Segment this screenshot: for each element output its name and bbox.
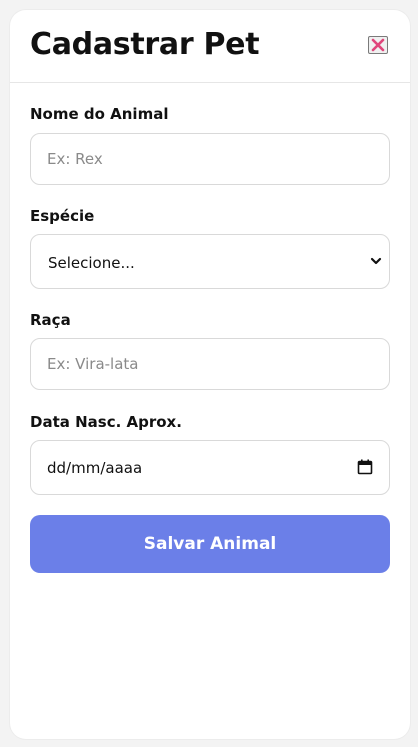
- birthdate-input[interactable]: dd/mm/aaaa: [30, 440, 390, 495]
- name-label: Nome do Animal: [30, 105, 169, 123]
- modal-header: Cadastrar Pet: [10, 10, 410, 83]
- breed-input[interactable]: [30, 338, 390, 390]
- add-pet-modal: Cadastrar Pet Nome do Animal Espécie Sel…: [10, 10, 410, 739]
- close-x-icon: [371, 38, 385, 52]
- name-input[interactable]: [30, 133, 390, 185]
- birthdate-value: dd/mm/aaaa: [47, 459, 143, 477]
- species-selected-value: Selecione...: [48, 254, 135, 272]
- species-select[interactable]: Selecione...: [30, 234, 390, 289]
- close-button[interactable]: [368, 36, 388, 54]
- save-animal-button[interactable]: Salvar Animal: [30, 515, 390, 573]
- calendar-icon[interactable]: [357, 459, 373, 475]
- birthdate-label: Data Nasc. Aprox.: [30, 413, 182, 431]
- breed-label: Raça: [30, 311, 71, 329]
- modal-title: Cadastrar Pet: [30, 27, 260, 62]
- species-label: Espécie: [30, 207, 95, 225]
- chevron-down-icon: [370, 257, 382, 265]
